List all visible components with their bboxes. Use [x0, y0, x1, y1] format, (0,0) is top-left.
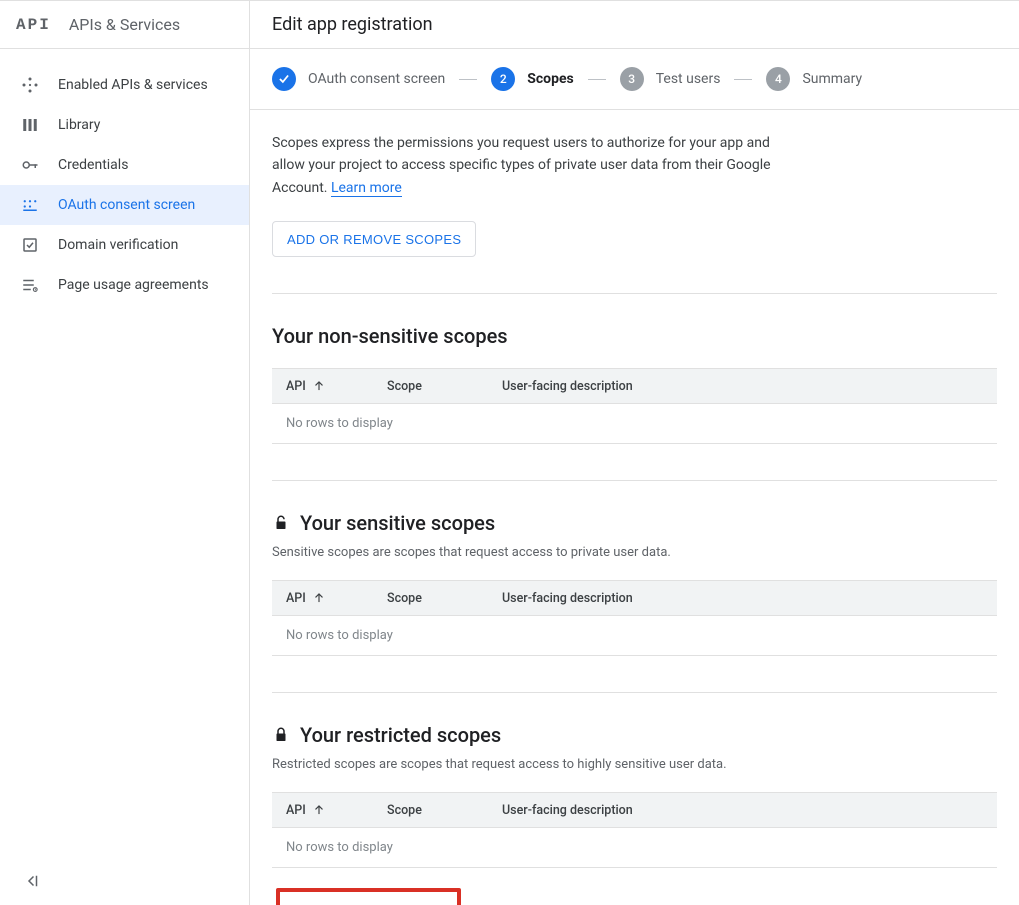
step-label: Scopes [527, 71, 573, 87]
arrow-up-icon [312, 591, 326, 605]
col-scope[interactable]: Scope [387, 591, 502, 606]
consent-icon [20, 195, 40, 215]
section-title: Your sensitive scopes [272, 511, 997, 535]
add-or-remove-scopes-button[interactable]: ADD OR REMOVE SCOPES [272, 221, 476, 257]
section-non-sensitive: Your non-sensitive scopes API Scope User… [272, 293, 997, 444]
col-desc[interactable]: User-facing description [502, 591, 997, 606]
sidebar-item-label: Library [58, 117, 100, 133]
arrow-up-icon [312, 803, 326, 817]
content: OAuth consent screen 2 Scopes 3 Test use… [250, 49, 1019, 905]
section-sensitive: Your sensitive scopes Sensitive scopes a… [272, 480, 997, 656]
table-header: API Scope User-facing description [272, 368, 997, 404]
col-scope[interactable]: Scope [387, 803, 502, 818]
save-and-continue-button[interactable]: SAVE AND CONTINUE [286, 898, 451, 905]
step-test-users[interactable]: 3 Test users [620, 67, 721, 91]
lock-icon [272, 726, 290, 744]
step-label: Summary [802, 71, 862, 87]
step-summary[interactable]: 4 Summary [766, 67, 862, 91]
api-logo: API [16, 16, 51, 34]
sidebar-footer [0, 857, 249, 905]
table-restricted: API Scope User-facing description No row… [272, 792, 997, 868]
table-sensitive: API Scope User-facing description No row… [272, 580, 997, 656]
section-subtitle: Restricted scopes are scopes that reques… [272, 757, 997, 772]
main-header: Edit app registration [250, 1, 1019, 49]
col-api-label: API [286, 591, 306, 606]
step-number: 4 [766, 67, 790, 91]
empty-row: No rows to display [272, 828, 997, 867]
sidebar-item-oauth-consent[interactable]: OAuth consent screen [0, 185, 249, 225]
highlight-annotation: SAVE AND CONTINUE [276, 888, 461, 905]
col-desc[interactable]: User-facing description [502, 379, 997, 394]
col-api[interactable]: API [272, 591, 387, 606]
section-restricted: Your restricted scopes Restricted scopes… [272, 692, 997, 868]
step-number: 2 [491, 67, 515, 91]
section-title: Your non-sensitive scopes [272, 324, 997, 348]
sidebar-item-enabled-apis[interactable]: Enabled APIs & services [0, 65, 249, 105]
step-number: 3 [620, 67, 644, 91]
col-api-label: API [286, 803, 306, 818]
sidebar-item-label: Page usage agreements [58, 277, 209, 293]
product-title: APIs & Services [69, 15, 180, 34]
check-icon [272, 67, 296, 91]
key-icon [20, 155, 40, 175]
actions: SAVE AND CONTINUE CANCEL [272, 868, 997, 905]
step-separator [459, 79, 477, 80]
learn-more-link[interactable]: Learn more [331, 180, 402, 197]
col-scope[interactable]: Scope [387, 379, 502, 394]
main: Edit app registration OAuth consent scre… [250, 1, 1019, 905]
section-title: Your restricted scopes [272, 723, 997, 747]
sidebar-item-domain-verification[interactable]: Domain verification [0, 225, 249, 265]
sidebar-item-label: Enabled APIs & services [58, 77, 208, 93]
table-header: API Scope User-facing description [272, 792, 997, 828]
section-title-text: Your restricted scopes [300, 723, 501, 747]
step-label: OAuth consent screen [308, 71, 445, 87]
col-api-label: API [286, 379, 306, 394]
agreement-icon [20, 275, 40, 295]
step-label: Test users [656, 71, 721, 87]
arrow-up-icon [312, 379, 326, 393]
col-desc[interactable]: User-facing description [502, 803, 997, 818]
section-subtitle: Sensitive scopes are scopes that request… [272, 545, 997, 560]
step-separator [734, 79, 752, 80]
sidebar-nav: Enabled APIs & services Library Credenti… [0, 49, 249, 857]
sidebar-item-credentials[interactable]: Credentials [0, 145, 249, 185]
stepper: OAuth consent screen 2 Scopes 3 Test use… [250, 49, 1019, 110]
sidebar-item-label: OAuth consent screen [58, 197, 195, 213]
table-non-sensitive: API Scope User-facing description No row… [272, 368, 997, 444]
empty-row: No rows to display [272, 616, 997, 655]
page-title: Edit app registration [272, 14, 433, 35]
section-title-text: Your non-sensitive scopes [272, 324, 508, 348]
sidebar-item-library[interactable]: Library [0, 105, 249, 145]
collapse-sidebar-button[interactable] [20, 869, 44, 893]
diamond-icon [20, 75, 40, 95]
section-title-text: Your sensitive scopes [300, 511, 495, 535]
step-separator [588, 79, 606, 80]
check-square-icon [20, 235, 40, 255]
empty-row: No rows to display [272, 404, 997, 443]
step-scopes[interactable]: 2 Scopes [491, 67, 573, 91]
table-header: API Scope User-facing description [272, 580, 997, 616]
sidebar-item-page-usage-agreements[interactable]: Page usage agreements [0, 265, 249, 305]
col-api[interactable]: API [272, 379, 387, 394]
library-icon [20, 115, 40, 135]
sidebar: API APIs & Services Enabled APIs & servi… [0, 1, 250, 905]
sidebar-item-label: Domain verification [58, 237, 178, 253]
col-api[interactable]: API [272, 803, 387, 818]
intro-text: Scopes express the permissions you reque… [272, 132, 792, 199]
step-oauth-consent[interactable]: OAuth consent screen [272, 67, 445, 91]
sidebar-item-label: Credentials [58, 157, 128, 173]
sidebar-header: API APIs & Services [0, 1, 249, 49]
lock-open-icon [272, 514, 290, 532]
